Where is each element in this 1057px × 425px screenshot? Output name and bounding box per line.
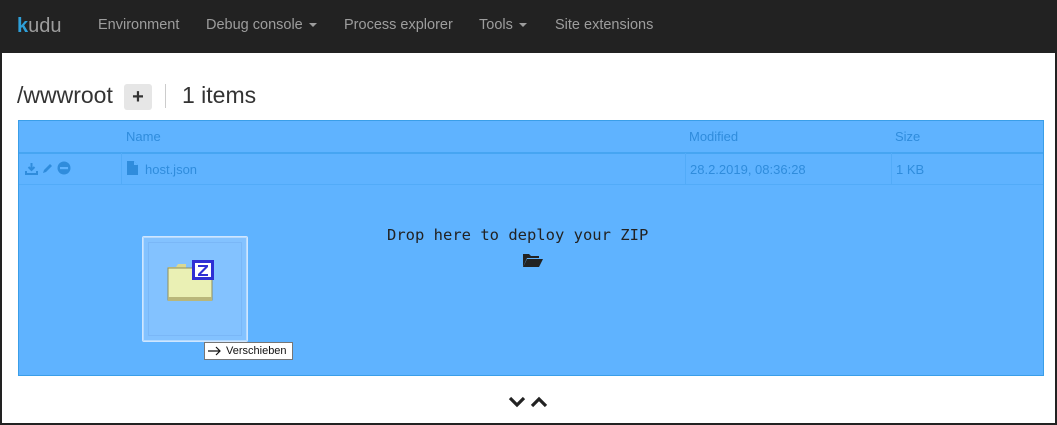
zip-drop-zone[interactable]: Name Modified Size host.json 28.2.2019, … (18, 120, 1044, 376)
nav-environment[interactable]: Environment (98, 17, 179, 33)
download-icon[interactable] (25, 162, 38, 175)
file-table-header: Name Modified Size (19, 121, 1043, 154)
nav-process-explorer-label: Process explorer (344, 17, 453, 33)
nav-process-explorer[interactable]: Process explorer (344, 17, 453, 33)
delete-minus-circle-icon[interactable] (57, 161, 71, 175)
brand-k: k (17, 14, 29, 37)
edit-pencil-icon[interactable] (41, 162, 54, 175)
drop-zone-message: Drop here to deploy your ZIP (387, 226, 649, 244)
chevron-down-icon[interactable] (508, 395, 526, 413)
add-item-button[interactable]: + (124, 84, 152, 110)
row-actions (25, 161, 71, 175)
nav-site-extensions-label: Site extensions (555, 17, 654, 33)
zip-file-icon (166, 259, 216, 308)
nav-tools-label: Tools (479, 17, 513, 33)
drag-ghost (142, 236, 248, 342)
drag-tooltip: Verschieben (204, 342, 293, 360)
file-modified: 28.2.2019, 08:36:28 (690, 162, 806, 177)
column-header-modified[interactable]: Modified (689, 129, 738, 144)
current-path: /wwwroot (17, 82, 113, 108)
brand-logo[interactable]: k udu (17, 14, 62, 38)
table-row[interactable]: host.json 28.2.2019, 08:36:28 1 KB (19, 153, 1043, 185)
top-navbar: k udu Environment Debug console Process e… (2, 0, 1057, 53)
brand-text: udu (28, 14, 62, 37)
nav-site-extensions[interactable]: Site extensions (555, 17, 653, 33)
nav-debug-console-label: Debug console (206, 17, 303, 33)
chevron-down-icon (308, 23, 317, 28)
nav-debug-console[interactable]: Debug console (206, 17, 317, 33)
items-count: 1 items (182, 82, 257, 108)
panel-resize-controls (508, 395, 548, 413)
column-header-name[interactable]: Name (126, 129, 161, 144)
kudu-window: k udu Environment Debug console Process e… (0, 0, 1057, 425)
file-size: 1 KB (896, 162, 925, 177)
nav-tools[interactable]: Tools (479, 17, 527, 33)
header-divider (165, 84, 166, 108)
column-header-size[interactable]: Size (895, 129, 920, 144)
chevron-down-icon (518, 23, 527, 28)
chevron-up-icon[interactable] (530, 395, 548, 413)
nav-environment-label: Environment (98, 17, 180, 33)
file-name-link[interactable]: host.json (145, 162, 197, 177)
folder-open-icon (522, 251, 544, 273)
file-icon (127, 161, 138, 180)
arrow-right-icon (208, 346, 222, 356)
drag-tooltip-label: Verschieben (226, 345, 287, 357)
